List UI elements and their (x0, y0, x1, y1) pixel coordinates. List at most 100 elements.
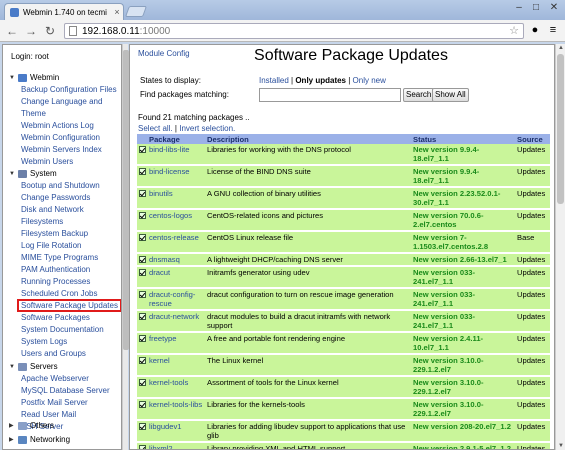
row-checkbox[interactable] (137, 398, 147, 421)
checked-checkbox[interactable] (139, 190, 146, 197)
package-name-link[interactable]: binutils (147, 187, 205, 210)
package-name-link[interactable]: bind-license (147, 165, 205, 188)
search-button[interactable]: Search (403, 88, 435, 102)
menu-link[interactable]: Webmin Actions Log (21, 121, 94, 130)
category-servers[interactable]: ▼ Servers (9, 362, 58, 371)
row-checkbox[interactable] (137, 231, 147, 254)
row-checkbox[interactable] (137, 420, 147, 443)
checked-checkbox[interactable] (139, 256, 146, 263)
close-window-icon[interactable]: ✕ (546, 2, 562, 13)
category-webmin[interactable]: ▼ Webmin (9, 73, 59, 82)
extension-icon[interactable]: ● (528, 23, 542, 37)
menu-link[interactable]: Webmin Servers Index (21, 145, 102, 154)
checked-checkbox[interactable] (139, 234, 146, 241)
row-checkbox[interactable] (137, 376, 147, 399)
menu-link[interactable]: Postfix Mail Server (21, 398, 88, 407)
close-tab-icon[interactable]: × (111, 7, 123, 17)
menu-link[interactable]: Apache Webserver (21, 374, 89, 383)
scroll-up-arrow-icon[interactable]: ▲ (556, 45, 565, 51)
new-tab-button[interactable] (124, 6, 148, 17)
package-name-link[interactable]: libgudev1 (147, 420, 205, 443)
package-name-link[interactable]: libxml2 (147, 442, 205, 449)
menu-icon[interactable]: ≡ (546, 23, 560, 37)
package-name-link[interactable]: kernel (147, 354, 205, 377)
maximize-icon[interactable]: □ (528, 2, 544, 13)
menu-link[interactable]: Backup Configuration Files (21, 85, 117, 94)
category-others-row[interactable]: ▶ Others (9, 421, 54, 430)
checked-checkbox[interactable] (139, 168, 146, 175)
checked-checkbox[interactable] (139, 357, 146, 364)
menu-link[interactable]: Disk and Network (21, 205, 84, 214)
menu-link[interactable]: Read User Mail (21, 410, 76, 419)
package-name-link[interactable]: freetype (147, 332, 205, 355)
package-name-link[interactable]: centos-logos (147, 209, 205, 232)
package-name-link[interactable]: dracut-config-rescue (147, 288, 205, 311)
minimize-icon[interactable]: – (511, 2, 527, 13)
main-scrollbar[interactable]: ▲ ▼ (555, 44, 565, 450)
bookmark-star-icon[interactable]: ☆ (509, 24, 519, 37)
state-only-new-link[interactable]: Only new (353, 76, 386, 85)
menu-link[interactable]: Bootup and Shutdown (21, 181, 100, 190)
forward-icon[interactable]: → (23, 23, 39, 39)
package-name-link[interactable]: kernel-tools-libs (147, 398, 205, 421)
category-system[interactable]: ▼ System (9, 169, 57, 178)
menu-link[interactable]: Software Packages (21, 313, 90, 322)
menu-link[interactable]: Change Passwords (21, 193, 90, 202)
row-checkbox[interactable] (137, 310, 147, 333)
checked-checkbox[interactable] (139, 445, 146, 449)
checked-checkbox[interactable] (139, 423, 146, 430)
address-bar[interactable]: 192.168.0.11:10000 ☆ (64, 23, 524, 39)
row-checkbox[interactable] (137, 288, 147, 311)
scroll-down-arrow-icon[interactable]: ▼ (556, 443, 565, 449)
package-name-link[interactable]: dracut (147, 266, 205, 289)
show-all-button[interactable]: Show All (432, 88, 469, 102)
package-name-link[interactable]: kernel-tools (147, 376, 205, 399)
category-networking[interactable]: ▶ Networking (9, 435, 70, 444)
menu-link[interactable]: Webmin Users (21, 157, 73, 166)
checked-checkbox[interactable] (139, 335, 146, 342)
menu-link[interactable]: Filesystems (21, 217, 63, 226)
main-scrollbar-thumb[interactable] (557, 54, 564, 204)
left-scrollbar[interactable] (122, 44, 129, 450)
menu-link[interactable]: Log File Rotation (21, 241, 81, 250)
invert-selection-link[interactable]: Invert selection. (179, 124, 235, 133)
row-checkbox[interactable] (137, 266, 147, 289)
checked-checkbox[interactable] (139, 212, 146, 219)
menu-link[interactable]: PAM Authentication (21, 265, 90, 274)
back-icon[interactable]: ← (4, 23, 20, 39)
row-checkbox[interactable] (137, 354, 147, 377)
row-checkbox[interactable] (137, 144, 147, 166)
checked-checkbox[interactable] (139, 379, 146, 386)
package-name-link[interactable]: dnsmasq (147, 253, 205, 267)
state-installed-link[interactable]: Installed (259, 76, 289, 85)
row-checkbox[interactable] (137, 253, 147, 267)
menu-link[interactable]: Filesystem Backup (21, 229, 88, 238)
select-all-link[interactable]: Select all. (138, 124, 173, 133)
row-checkbox[interactable] (137, 187, 147, 210)
checked-checkbox[interactable] (139, 313, 146, 320)
menu-link[interactable]: MySQL Database Server (21, 386, 110, 395)
menu-link[interactable]: Running Processes (21, 277, 90, 286)
package-name-link[interactable]: bind-libs-lite (147, 144, 205, 166)
package-name-link[interactable]: dracut-network (147, 310, 205, 333)
checked-checkbox[interactable] (139, 401, 146, 408)
row-checkbox[interactable] (137, 209, 147, 232)
menu-link[interactable]: Scheduled Cron Jobs (21, 289, 98, 298)
row-checkbox[interactable] (137, 332, 147, 355)
menu-link[interactable]: Users and Groups (21, 349, 86, 358)
row-checkbox[interactable] (137, 165, 147, 188)
menu-link[interactable]: System Logs (21, 337, 67, 346)
menu-link[interactable]: Theme (21, 109, 46, 118)
row-checkbox[interactable] (137, 442, 147, 449)
checked-checkbox[interactable] (139, 269, 146, 276)
search-input[interactable] (259, 88, 401, 102)
menu-link[interactable]: Change Language and (21, 97, 102, 106)
package-name-link[interactable]: centos-release (147, 231, 205, 254)
menu-link[interactable]: System Documentation (21, 325, 104, 334)
menu-link-software-package-updates[interactable]: Software Package Updates (17, 299, 121, 312)
menu-link[interactable]: Webmin Configuration (21, 133, 100, 142)
reload-icon[interactable]: ↻ (42, 23, 58, 39)
browser-tab[interactable]: Webmin 1.740 on tecmi × (4, 3, 124, 20)
checked-checkbox[interactable] (139, 291, 146, 298)
checked-checkbox[interactable] (139, 146, 146, 153)
